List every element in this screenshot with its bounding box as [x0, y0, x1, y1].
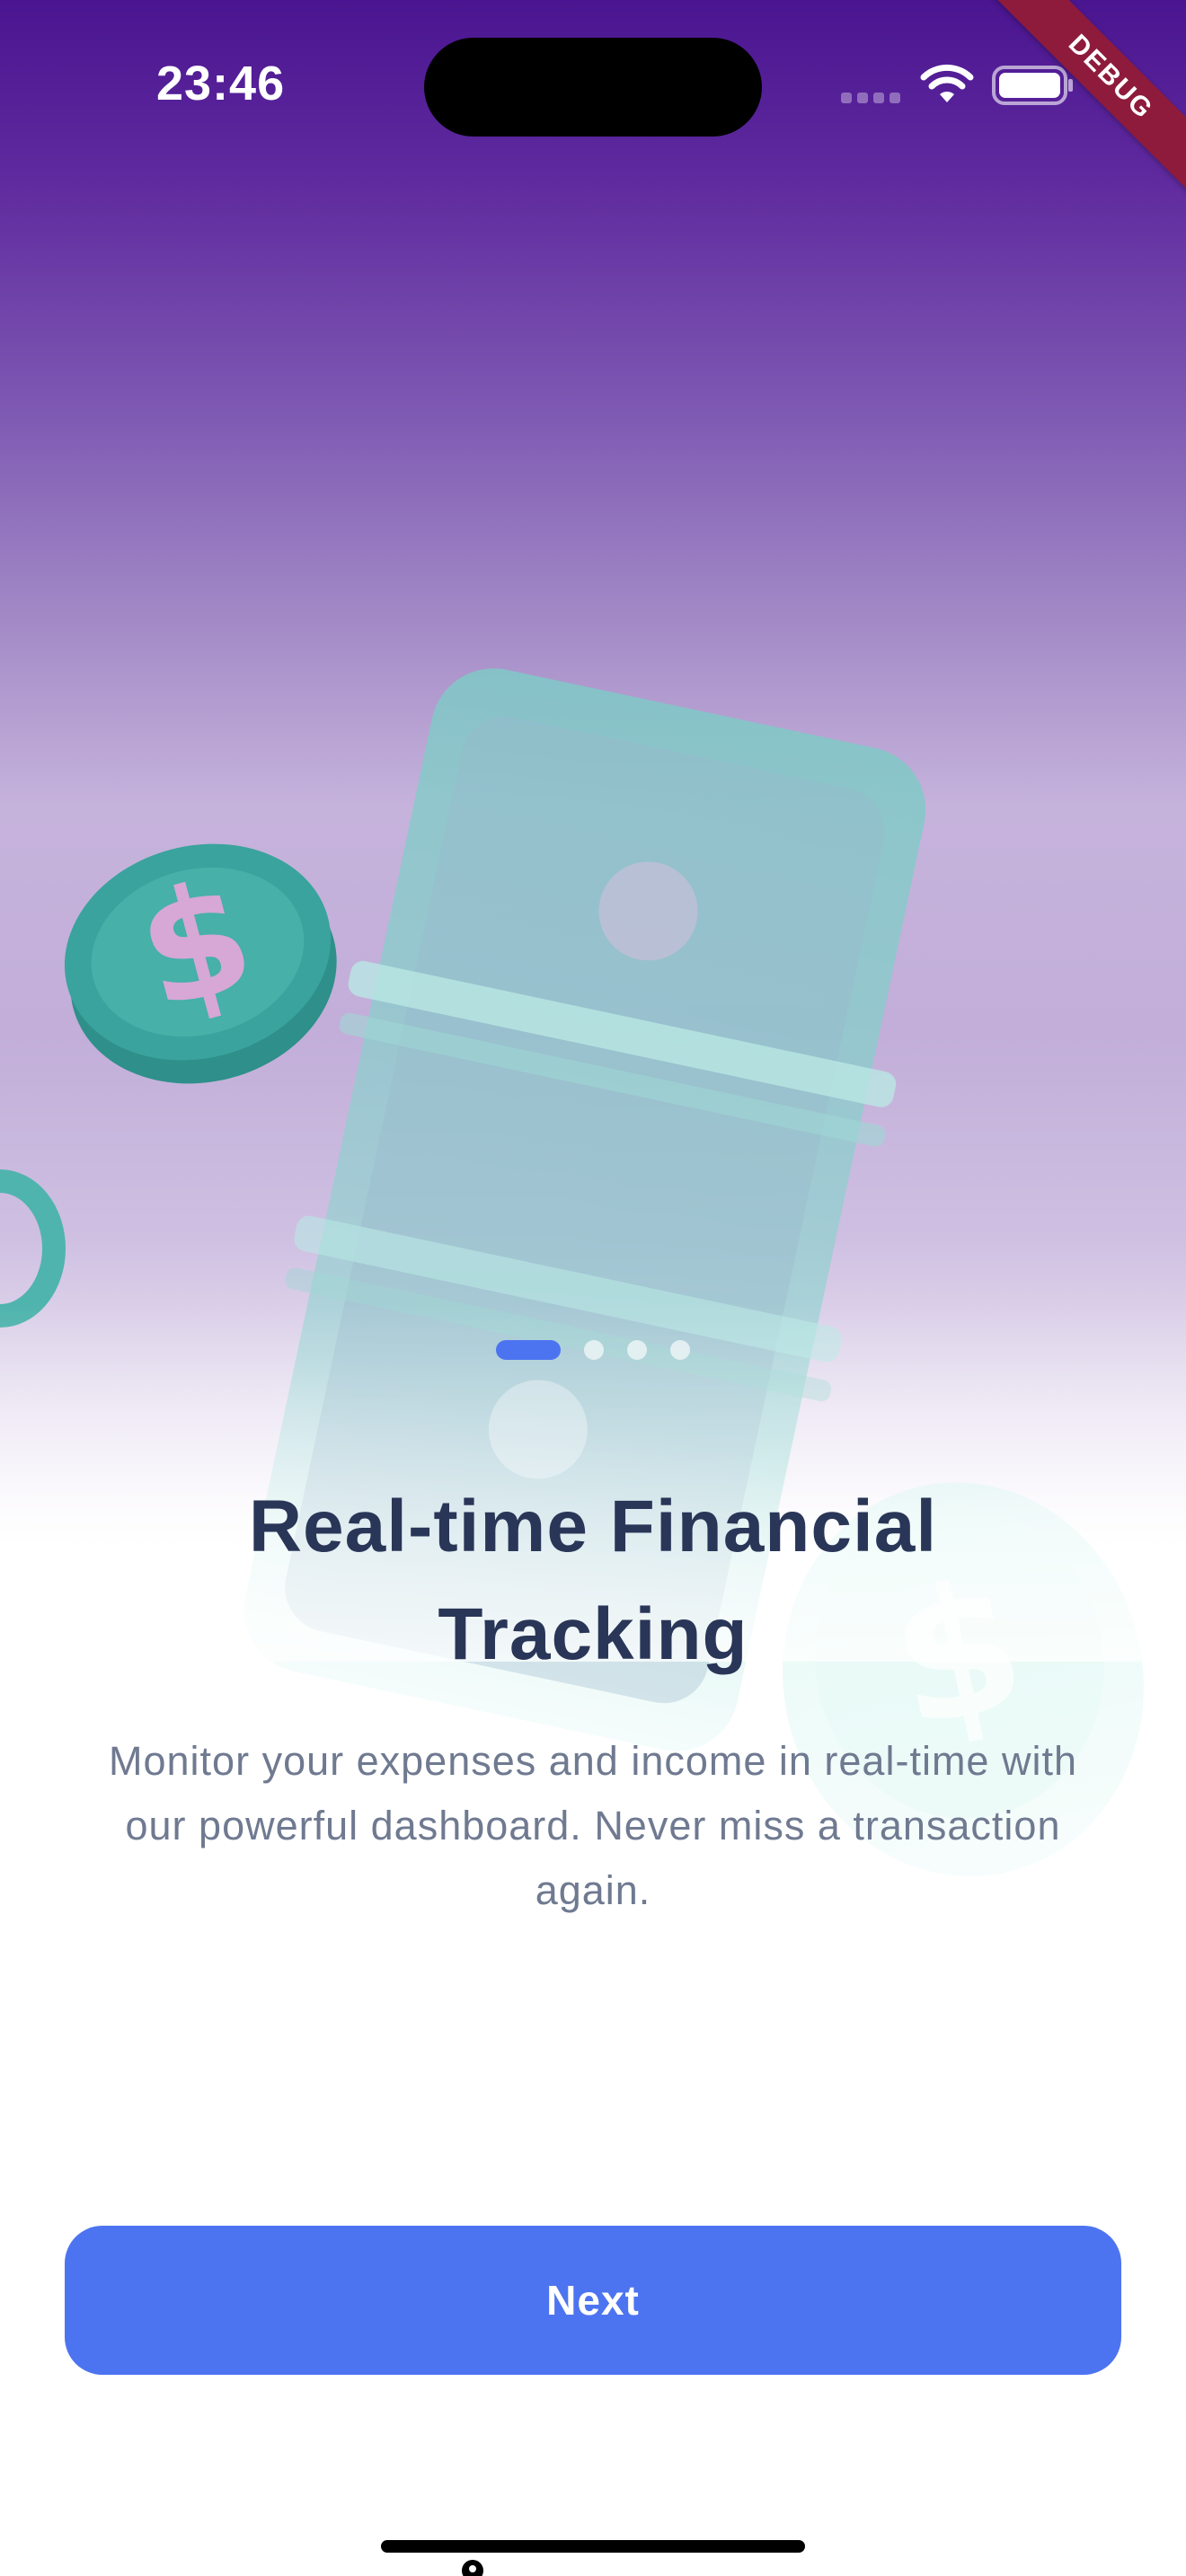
page-indicator-active [496, 1340, 561, 1360]
onboarding-screen: 23:46 DEBUG $ Real-time Financial Tracki… [0, 0, 1186, 2576]
page-indicator-dot [627, 1340, 647, 1360]
onboarding-description: Monitor your expenses and income in real… [109, 1738, 1077, 1913]
wifi-icon [920, 64, 974, 102]
battery-icon [992, 66, 1073, 105]
onboarding-title: Real-time Financial Tracking [248, 1486, 938, 1675]
cursor-icon [462, 2560, 483, 2576]
signal-dots-icon [841, 93, 900, 103]
page-indicator-dot [670, 1340, 690, 1360]
page-indicator [496, 1340, 690, 1360]
home-indicator[interactable] [381, 2540, 805, 2553]
dynamic-island [424, 38, 762, 137]
status-time: 23:46 [156, 57, 286, 110]
next-button[interactable]: Next [65, 2226, 1121, 2375]
page-indicator-dot [584, 1340, 604, 1360]
